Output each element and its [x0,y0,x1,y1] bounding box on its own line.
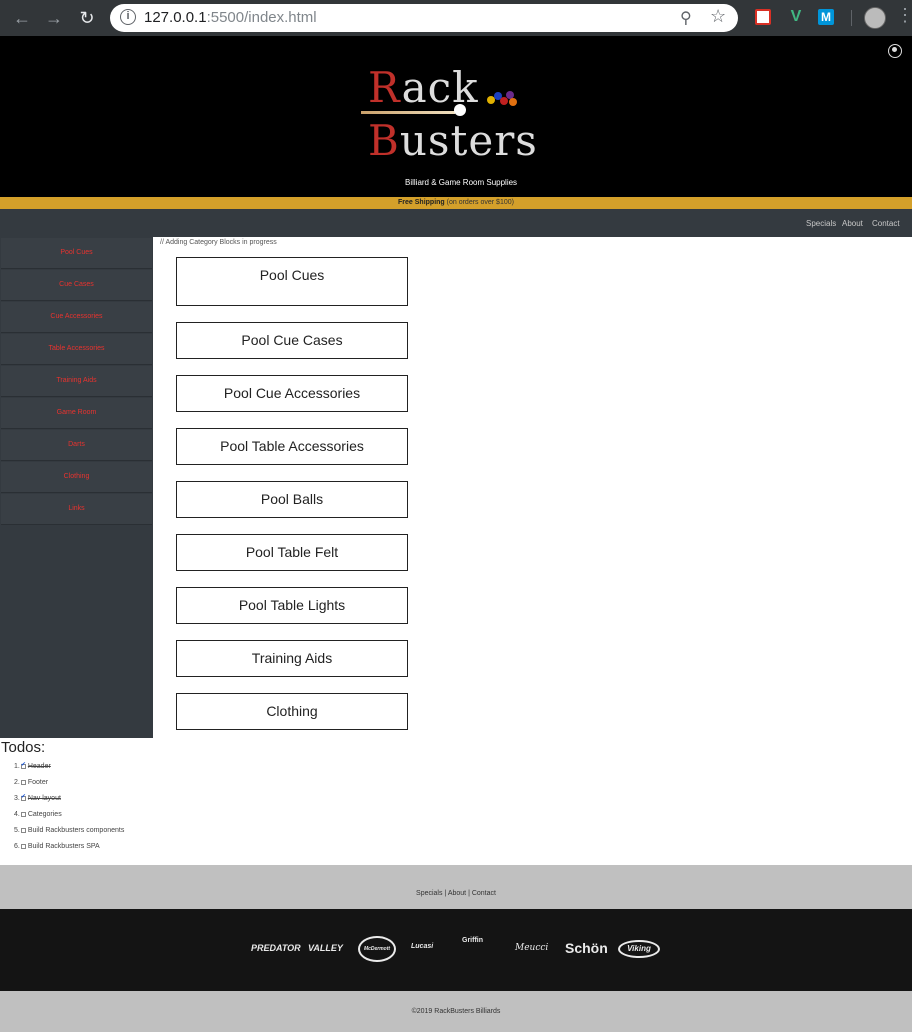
brand-logo-schon[interactable]: Schön [565,940,608,956]
browser-toolbar: ← → ↻ i 127.0.0.1:5500/index.html ⚲ ☆ V … [0,0,912,36]
address-bar[interactable]: i 127.0.0.1:5500/index.html ⚲ ☆ [110,4,738,32]
extension-m-icon[interactable]: M [818,9,834,25]
sidebar-item-links[interactable]: Links [1,494,152,525]
todo-checkbox[interactable] [20,843,26,849]
category-block-pool-cue-accessories[interactable]: Pool Cue Accessories [176,375,408,412]
category-block-clothing[interactable]: Clothing [176,693,408,730]
category-block-pool-table-lights[interactable]: Pool Table Lights [176,587,408,624]
sidebar: Pool Cues Cue Cases Cue Accessories Tabl… [0,237,153,738]
nav-link-specials[interactable]: Specials [806,219,836,228]
category-block-pool-table-felt[interactable]: Pool Table Felt [176,534,408,571]
todo-checkbox[interactable] [20,779,26,785]
tagline: Billiard & Game Room Supplies [405,178,518,187]
logo-busters[interactable]: Busters [368,116,538,165]
progress-note: // Adding Category Blocks in progress [160,239,277,246]
sidebar-item-pool-cues[interactable]: Pool Cues [1,238,152,269]
shipping-banner: Free Shipping (on orders over $100) [0,197,912,209]
todo-checkbox[interactable] [20,827,26,833]
reload-icon[interactable]: ↻ [75,6,99,30]
sidebar-item-cue-cases[interactable]: Cue Cases [1,270,152,301]
brand-logo-viking[interactable]: Viking [618,940,660,958]
footer-link-specials[interactable]: Specials [416,890,442,897]
vue-devtools-icon[interactable]: V [787,9,805,25]
top-navigation: Specials About Contact [0,209,912,237]
footer-brand-logos: PREDATOR VALLEY McDermott Lucasi Griffin… [0,909,912,991]
footer-links-bar: Specials | About | Contact [0,865,912,909]
todo-item: 2. Footer [14,779,49,786]
browser-menu-icon[interactable]: ⋮ [896,6,912,24]
todo-item: 3.Nav layout [14,793,61,802]
footer-link-contact[interactable]: Contact [472,890,496,897]
todo-checkbox[interactable] [20,811,26,817]
footer-link-about[interactable]: About [448,890,466,897]
brand-logo-valley[interactable]: VALLEY [308,943,343,953]
todos-heading: Todos: [1,739,46,756]
brand-logo-meucci[interactable]: Meucci [515,943,548,953]
brand-logo-mcdermott[interactable]: McDermott [358,936,396,962]
footer-copyright-bar: ©2019 RackBusters Billiards [0,991,912,1032]
category-block-pool-balls[interactable]: Pool Balls [176,481,408,518]
logo-billiard-balls-icon [487,88,517,106]
logo-cue-ball [454,104,466,116]
todo-item: 4. Categories [14,811,62,818]
sidebar-item-game-room[interactable]: Game Room [1,398,152,429]
bookmark-star-icon[interactable]: ☆ [710,6,726,27]
toolbar-divider [851,10,852,26]
back-icon[interactable]: ← [10,6,34,30]
user-account-icon[interactable] [888,44,902,58]
todo-checkbox[interactable] [20,761,26,769]
forward-icon[interactable]: → [42,6,66,30]
browser-profile-avatar[interactable] [864,7,886,29]
url-text: 127.0.0.1:5500/index.html [144,9,317,26]
brand-logo-griffin[interactable]: Griffin [462,937,483,944]
copyright-text: ©2019 RackBusters Billiards [411,1008,501,1015]
sidebar-item-clothing[interactable]: Clothing [1,462,152,493]
site-info-icon[interactable]: i [120,9,136,25]
category-block-pool-cue-cases[interactable]: Pool Cue Cases [176,322,408,359]
site-header: Rack Busters Billiard & Game Room Suppli… [0,36,912,197]
todo-item: 5. Build Rackbusters components [14,827,125,834]
nav-link-about[interactable]: About [842,219,863,228]
sidebar-item-table-accessories[interactable]: Table Accessories [1,334,152,365]
category-block-pool-table-accessories[interactable]: Pool Table Accessories [176,428,408,465]
sidebar-item-cue-accessories[interactable]: Cue Accessories [1,302,152,333]
category-block-pool-cues[interactable]: Pool Cues [176,257,408,306]
todo-item: 6. Build Rackbusters SPA [14,843,100,850]
todo-item: 1.Header [14,761,51,770]
todo-checkbox[interactable] [20,793,26,801]
nav-link-contact[interactable]: Contact [872,219,900,228]
logo-cue-stick [361,111,455,114]
sidebar-item-darts[interactable]: Darts [1,430,152,461]
zoom-icon[interactable]: ⚲ [680,8,692,28]
footer-links: Specials | About | Contact [416,890,496,897]
extension-blocker-icon[interactable] [755,9,771,25]
category-block-training-aids[interactable]: Training Aids [176,640,408,677]
brand-logo-lucasi[interactable]: Lucasi [411,943,433,950]
sidebar-item-training-aids[interactable]: Training Aids [1,366,152,397]
brand-logo-predator[interactable]: PREDATOR [251,943,301,953]
